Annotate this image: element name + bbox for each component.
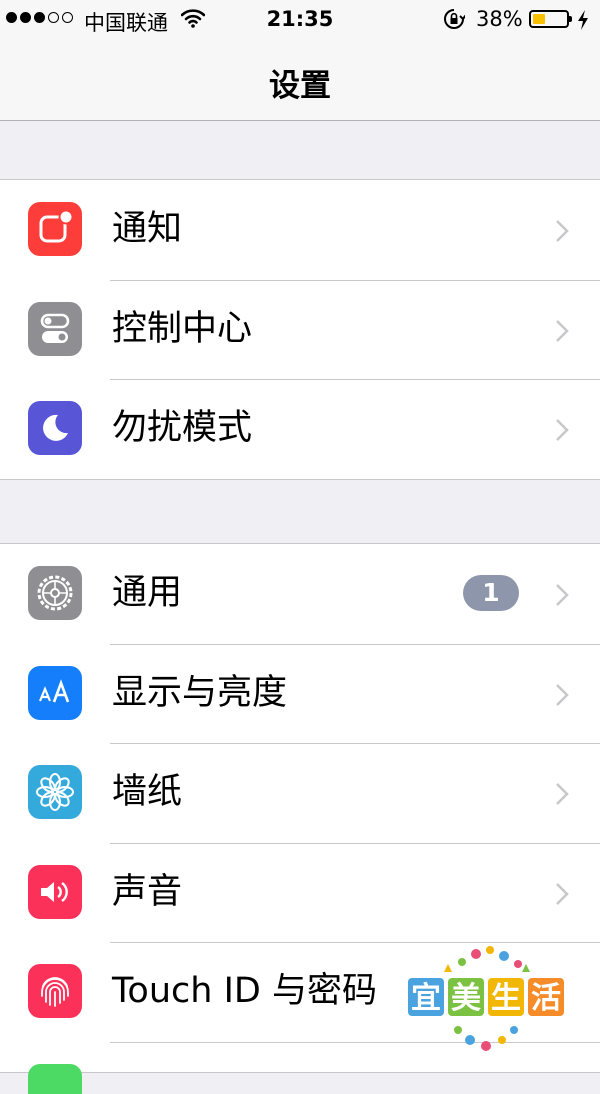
watermark-char-4: 活 [531,981,561,1016]
watermark-char-2: 美 [451,981,481,1016]
settings-row-label: 显示与亮度 [112,672,288,713]
watermark-char-1: 宜 [411,981,441,1016]
display-brightness-icon [28,665,82,720]
battery-percent: 38% [476,7,523,31]
charging-bolt-icon [578,10,588,30]
chevron-right-icon [556,220,569,242]
notifications-icon [28,202,82,256]
general-gear-icon [28,566,82,620]
touch-id-fingerprint-icon [28,964,82,1018]
control-center-icon [28,301,82,356]
do-not-disturb-icon [28,401,82,455]
settings-row-notifications[interactable]: 通知 [0,180,600,280]
settings-row-sounds[interactable]: 声音 [0,842,600,943]
status-bar: 中国联通 21:35 38% [0,0,600,40]
chevron-right-icon [556,783,569,805]
settings-row-label: 勿扰模式 [112,408,253,448]
orientation-lock-icon [444,9,465,29]
settings-row-label: Touch ID 与密码 [112,971,377,1011]
settings-row-label: 墙纸 [112,772,183,812]
settings-row-control-center[interactable]: 控制中心 [0,279,600,380]
page-title: 设置 [269,68,331,104]
settings-row-wallpaper[interactable]: 墙纸 [0,743,600,843]
battery-icon [529,10,572,28]
navigation-bar: 设置 [0,40,600,121]
settings-row-general[interactable]: 通用 1 [0,544,600,644]
chevron-right-icon [556,419,569,441]
chevron-right-icon [556,683,569,706]
watermark-logo: 宜 美 生 活 [408,946,564,1051]
notification-badge: 1 [463,575,519,611]
settings-row-do-not-disturb[interactable]: 勿扰模式 [0,379,600,479]
chevron-right-icon [556,319,569,342]
settings-row-label: 声音 [112,871,183,912]
wallpaper-flower-icon [28,765,82,819]
settings-row-display-brightness[interactable]: 显示与亮度 [0,643,600,744]
watermark-char-3: 生 [491,981,521,1016]
settings-row-label: 通知 [112,209,183,249]
settings-group-1: 通知 控制中心 勿扰模式 [0,179,600,480]
settings-row-label: 控制中心 [112,308,253,349]
battery-level [533,14,546,24]
green-app-icon [28,1063,82,1094]
settings-row-label: 通用 [112,573,183,613]
sounds-speaker-icon [28,864,82,919]
chevron-right-icon [556,882,569,905]
chevron-right-icon [556,584,569,606]
